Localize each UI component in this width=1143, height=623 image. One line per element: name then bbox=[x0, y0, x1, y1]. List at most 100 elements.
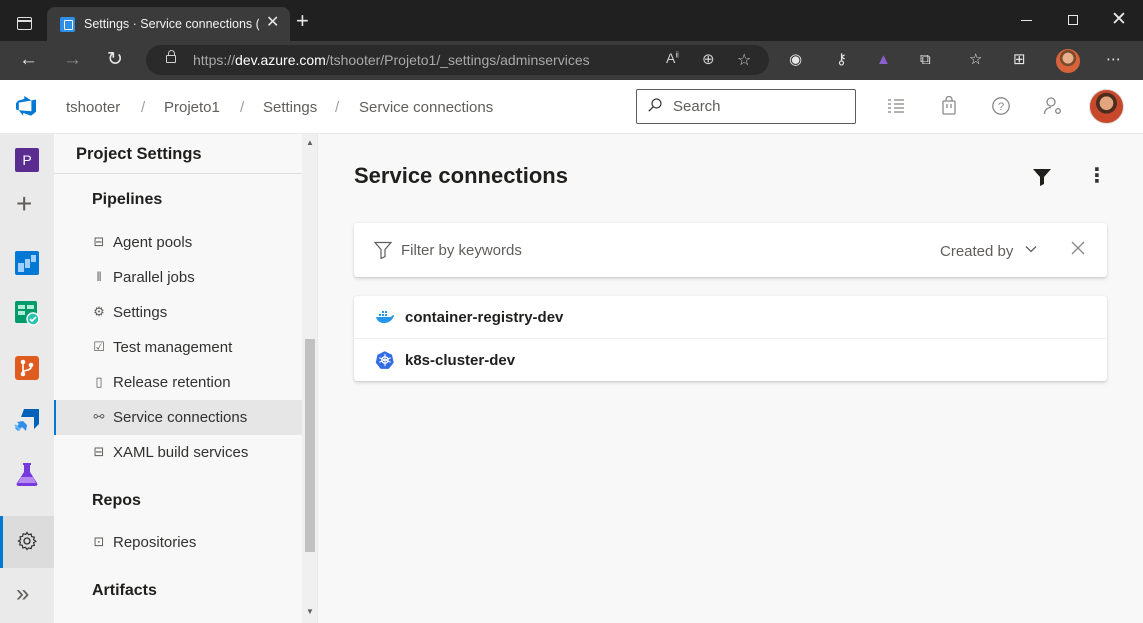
nav-item-label: Service connections bbox=[113, 409, 248, 426]
lock-icon[interactable] bbox=[166, 50, 176, 63]
list-item[interactable]: container-registry-dev bbox=[354, 296, 1107, 338]
browser-tab[interactable]: Settings · Service connections (Projeto1… bbox=[47, 7, 290, 41]
scroll-down-icon[interactable]: ▼ bbox=[306, 607, 314, 616]
nav-item-repositories[interactable]: ⊡ Repositories bbox=[54, 525, 302, 560]
favorites-icon[interactable]: ☆ bbox=[969, 50, 982, 70]
rail-repos[interactable] bbox=[0, 344, 54, 390]
nav-item-label: Agent pools bbox=[113, 234, 193, 251]
nav-item-label: Release retention bbox=[113, 374, 231, 391]
minimize-icon[interactable] bbox=[1021, 20, 1032, 21]
extension-purple-icon[interactable]: ▲ bbox=[876, 50, 891, 70]
chevron-down-icon[interactable] bbox=[1025, 245, 1037, 253]
section-repos[interactable]: Repos bbox=[92, 492, 141, 510]
search-icon bbox=[648, 98, 662, 112]
task-list-icon[interactable] bbox=[886, 96, 906, 116]
extensions-puzzle-icon[interactable]: ⧉ bbox=[920, 50, 931, 70]
filter-keywords-input[interactable] bbox=[401, 242, 801, 259]
new-tab-icon[interactable]: + bbox=[296, 10, 309, 32]
kubernetes-icon bbox=[375, 351, 394, 369]
divider bbox=[54, 173, 302, 174]
extension-circle-icon[interactable]: ◉ bbox=[789, 50, 802, 70]
rail-pipelines[interactable] bbox=[0, 397, 54, 443]
connection-name[interactable]: k8s-cluster-dev bbox=[405, 352, 515, 369]
more-options-icon[interactable]: ⋮ bbox=[1087, 164, 1107, 188]
nav-item-label: Test management bbox=[113, 339, 233, 356]
plug-icon: ⚯ bbox=[93, 409, 105, 424]
filter-funnel-icon bbox=[374, 241, 392, 259]
breadcrumb-current[interactable]: Service connections bbox=[359, 99, 493, 116]
pipelines-icon bbox=[14, 409, 39, 431]
address-bar[interactable]: https://dev.azure.com/tshooter/Projeto1/… bbox=[146, 45, 769, 75]
marketplace-bag-icon[interactable] bbox=[939, 96, 959, 116]
settings-nav: Project Settings Pipelines ⊟ Agent pools… bbox=[54, 134, 318, 623]
filter-toggle-icon[interactable] bbox=[1032, 168, 1052, 186]
expand-rail-icon[interactable]: » bbox=[16, 580, 30, 608]
user-settings-icon[interactable] bbox=[1043, 96, 1063, 116]
breadcrumb-project[interactable]: Projeto1 bbox=[164, 99, 220, 116]
docker-icon bbox=[376, 311, 394, 323]
connection-name[interactable]: container-registry-dev bbox=[405, 309, 563, 326]
nav-item-xaml-build-services[interactable]: ⊟ XAML build services bbox=[54, 435, 302, 470]
profile-avatar[interactable] bbox=[1056, 49, 1080, 73]
agent-pool-icon: ⊟ bbox=[93, 234, 105, 249]
forward-icon[interactable]: → bbox=[63, 49, 82, 71]
section-pipelines[interactable]: Pipelines bbox=[92, 191, 162, 209]
breadcrumb-org[interactable]: tshooter bbox=[66, 99, 120, 116]
azure-devops-logo-icon[interactable] bbox=[16, 95, 38, 117]
collections-icon[interactable]: ⊞ bbox=[1013, 50, 1026, 70]
browser-toolbar: ← → ↻ https://dev.azure.com/tshooter/Pro… bbox=[0, 41, 1143, 80]
nav-item-service-connections[interactable]: ⚯ Service connections bbox=[54, 400, 302, 435]
tab-title: Settings · Service connections (Projeto1… bbox=[84, 17, 259, 31]
rail-repos-test[interactable] bbox=[0, 289, 54, 335]
favorite-add-icon[interactable]: ☆ bbox=[737, 50, 751, 70]
breadcrumb-settings[interactable]: Settings bbox=[263, 99, 317, 116]
breadcrumb-separator: / bbox=[141, 99, 146, 116]
list-item[interactable]: k8s-cluster-dev bbox=[354, 338, 1107, 380]
scroll-up-icon[interactable]: ▲ bbox=[306, 138, 314, 147]
url-text[interactable]: https://dev.azure.com/tshooter/Projeto1/… bbox=[193, 52, 590, 68]
rail-project-settings[interactable] bbox=[0, 516, 54, 568]
project-badge: P bbox=[15, 148, 39, 172]
zoom-icon[interactable]: ⊕ bbox=[702, 50, 715, 68]
clear-filter-icon[interactable] bbox=[1070, 240, 1086, 256]
build-icon: ⊟ bbox=[93, 444, 105, 459]
plus-icon: + bbox=[16, 188, 33, 219]
browser-titlebar: Settings · Service connections (Projeto1… bbox=[0, 0, 1143, 41]
created-by-dropdown[interactable]: Created by bbox=[940, 243, 1013, 260]
parallel-icon: ‖ bbox=[96, 269, 102, 284]
scrollbar-thumb[interactable] bbox=[305, 339, 315, 552]
refresh-icon[interactable]: ↻ bbox=[107, 49, 123, 71]
read-aloud-icon[interactable]: Aⅱ bbox=[666, 50, 679, 66]
rail-test-plans[interactable] bbox=[0, 450, 54, 496]
nav-item-test-management[interactable]: ☑ Test management bbox=[54, 330, 302, 365]
tab-close-icon[interactable]: ✕ bbox=[266, 13, 279, 33]
window-menu-icon[interactable] bbox=[17, 17, 32, 30]
browser-menu-icon[interactable]: ⋯ bbox=[1106, 50, 1121, 70]
service-connections-list: container-registry-dev k8s-cluster-dev bbox=[354, 296, 1107, 381]
filter-bar: Created by bbox=[354, 223, 1107, 277]
nav-item-parallel-jobs[interactable]: ‖ Parallel jobs bbox=[54, 260, 302, 295]
maximize-icon[interactable] bbox=[1068, 15, 1078, 25]
rail-boards[interactable] bbox=[0, 239, 54, 285]
section-artifacts[interactable]: Artifacts bbox=[92, 582, 157, 600]
scrollbar[interactable]: ▲ ▼ bbox=[302, 134, 317, 623]
nav-item-release-retention[interactable]: ▯ Release retention bbox=[54, 365, 302, 400]
search-input[interactable] bbox=[673, 98, 843, 115]
azure-devops-favicon-icon bbox=[60, 17, 75, 32]
repo-icon: ⊡ bbox=[93, 534, 105, 549]
rail-add[interactable]: + bbox=[0, 184, 54, 230]
main-content: Service connections ⋮ Created by contain… bbox=[319, 134, 1143, 623]
close-window-icon[interactable]: ✕ bbox=[1111, 8, 1127, 32]
user-avatar[interactable] bbox=[1089, 89, 1124, 124]
rail-project[interactable]: P bbox=[0, 136, 54, 182]
nav-item-settings[interactable]: ⚙ Settings bbox=[54, 295, 302, 330]
help-icon[interactable]: ? bbox=[991, 96, 1011, 116]
nav-item-agent-pools[interactable]: ⊟ Agent pools bbox=[54, 225, 302, 260]
breadcrumb-separator: / bbox=[335, 99, 340, 116]
gear-icon bbox=[17, 531, 37, 551]
gear-icon: ⚙ bbox=[93, 304, 105, 319]
extension-key-icon[interactable]: ⚷ bbox=[836, 50, 847, 70]
back-icon[interactable]: ← bbox=[19, 49, 38, 71]
search-box[interactable] bbox=[636, 89, 856, 124]
test-plans-icon bbox=[16, 463, 38, 486]
